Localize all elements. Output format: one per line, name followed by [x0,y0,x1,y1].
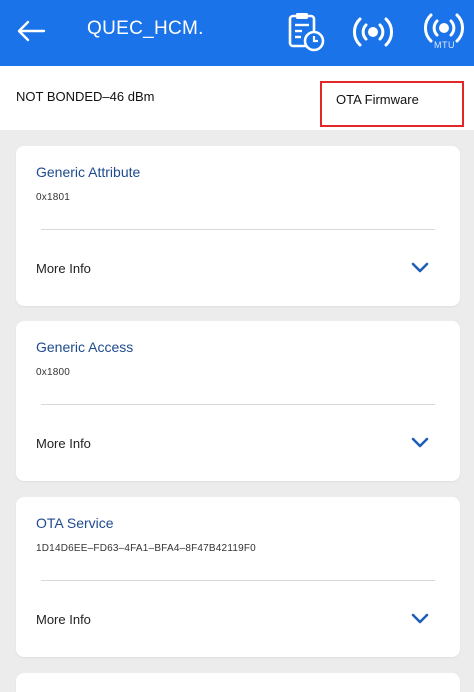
service-uuid: 0x1800 [36,367,71,378]
more-info-label: More Info [36,436,91,451]
back-arrow-icon[interactable] [14,16,48,46]
service-card: Generic Attribute 0x1801 More Info [16,146,460,306]
app-bar: QUEC_HCM. MTU [0,0,474,66]
divider [41,580,435,581]
divider [41,404,435,405]
service-name: OTA Service [36,515,114,531]
more-info-label: More Info [36,612,91,627]
chevron-down-icon[interactable] [410,260,430,276]
ota-firmware-button[interactable]: OTA Firmware [320,81,464,127]
service-uuid: 1D14D6EE–FD63–4FA1–BFA4–8F47B42119F0 [36,543,256,554]
service-name: Generic Attribute [36,164,141,180]
service-card: Generic Access 0x1800 More Info [16,321,460,481]
service-uuid: 0x1801 [36,192,71,203]
chevron-down-icon[interactable] [410,435,430,451]
mtu-label: MTU [434,40,455,50]
bond-rssi-status: NOT BONDED–46 dBm [16,89,155,104]
service-name: Generic Access [36,339,134,355]
divider [41,229,435,230]
more-info-label: More Info [36,261,91,276]
chevron-down-icon[interactable] [410,611,430,627]
service-card-partial [16,673,460,692]
clipboard-clock-icon[interactable] [284,10,328,54]
signal-broadcast-icon[interactable] [351,10,395,54]
more-info-toggle[interactable]: More Info [16,597,460,643]
ota-firmware-label: OTA Firmware [336,92,419,107]
service-card: OTA Service 1D14D6EE–FD63–4FA1–BFA4–8F47… [16,497,460,657]
device-title: QUEC_HCM. [87,18,204,39]
more-info-toggle[interactable]: More Info [16,246,460,292]
more-info-toggle[interactable]: More Info [16,421,460,467]
